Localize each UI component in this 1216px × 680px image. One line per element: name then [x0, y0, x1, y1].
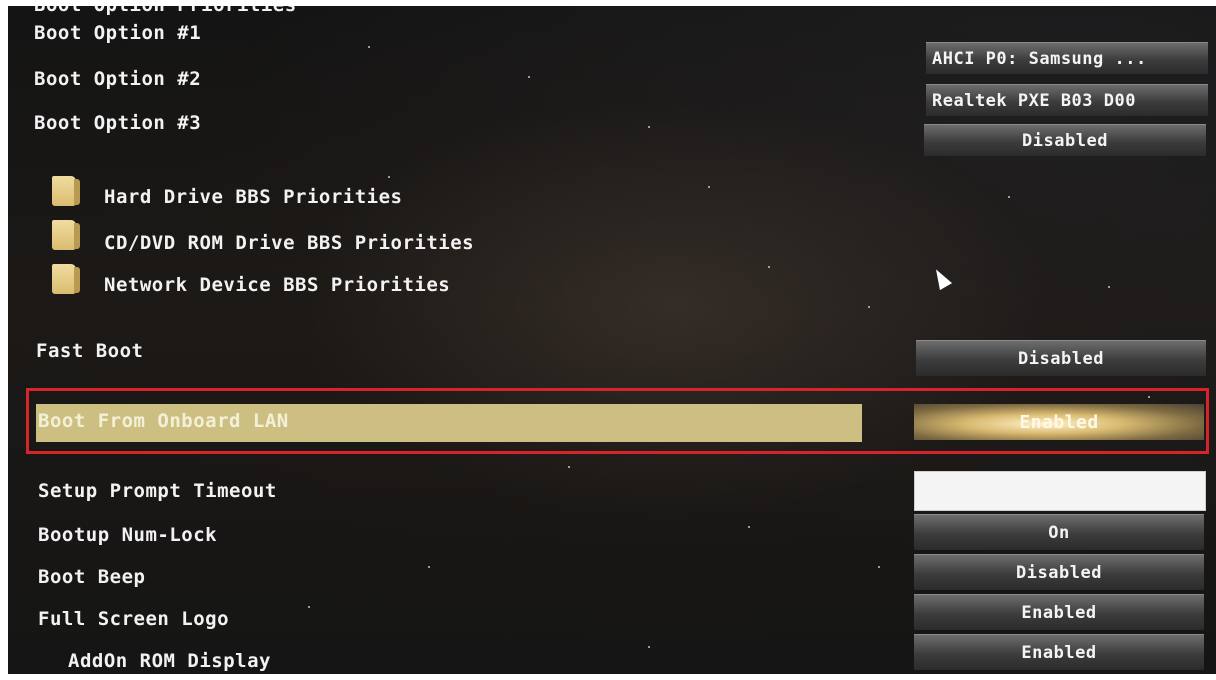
addon-rom-display-label: AddOn ROM Display — [68, 650, 271, 672]
submenu-label: CD/DVD ROM Drive BBS Priorities — [104, 232, 475, 254]
addon-rom-display-value[interactable]: Enabled — [914, 634, 1204, 670]
folder-icon — [52, 220, 80, 250]
fast-boot-value[interactable]: Disabled — [916, 340, 1206, 376]
mouse-cursor-icon — [929, 265, 953, 291]
folder-icon — [52, 264, 80, 294]
boot-option-3-value[interactable]: Disabled — [924, 124, 1206, 156]
submenu-label: Network Device BBS Priorities — [104, 274, 451, 296]
boot-option-1-label: Boot Option #1 — [34, 22, 202, 44]
section-heading: Boot Option Priorities — [34, 6, 297, 16]
setup-prompt-timeout-label: Setup Prompt Timeout — [38, 480, 277, 502]
setup-prompt-timeout-input[interactable] — [914, 471, 1206, 511]
bios-boot-screen: Boot Option Priorities Boot Option #1 Bo… — [8, 6, 1216, 674]
fast-boot-label: Fast Boot — [36, 340, 144, 362]
full-screen-logo-label: Full Screen Logo — [38, 608, 230, 630]
annotation-highlight-frame — [26, 388, 1209, 454]
boot-option-2-value[interactable]: Realtek PXE B03 D00 — [926, 84, 1208, 116]
folder-icon — [52, 176, 80, 206]
boot-option-2-label: Boot Option #2 — [34, 68, 202, 90]
boot-option-3-label: Boot Option #3 — [34, 112, 202, 134]
submenu-label: Hard Drive BBS Priorities — [104, 186, 403, 208]
boot-option-1-value[interactable]: AHCI P0: Samsung ... — [926, 42, 1208, 74]
bootup-numlock-value[interactable]: On — [914, 514, 1204, 550]
boot-beep-value[interactable]: Disabled — [914, 554, 1204, 590]
boot-beep-label: Boot Beep — [38, 566, 146, 588]
full-screen-logo-value[interactable]: Enabled — [914, 594, 1204, 630]
bootup-numlock-label: Bootup Num-Lock — [38, 524, 218, 546]
